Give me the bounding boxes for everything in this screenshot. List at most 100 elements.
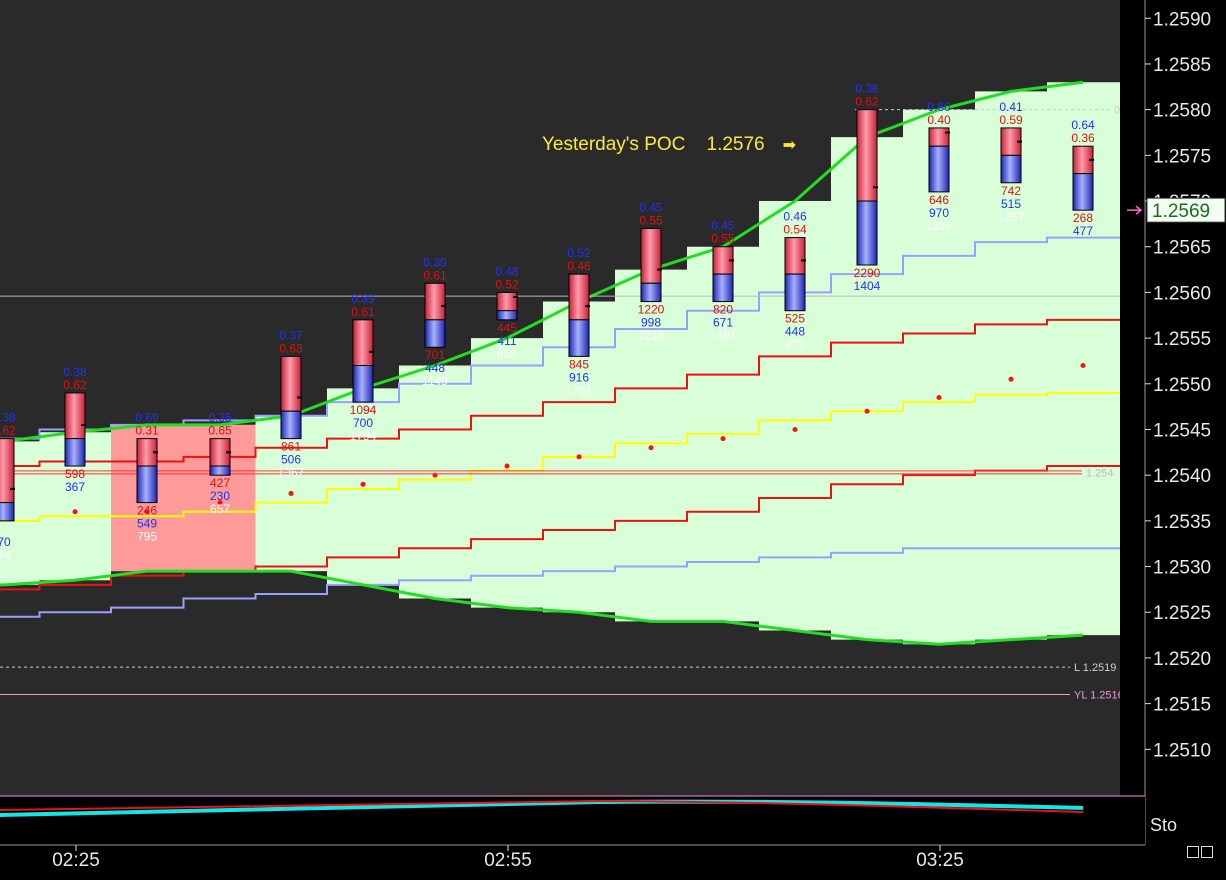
candle-buy-volume: 916 — [569, 370, 589, 384]
candle-sell-segment[interactable] — [352, 319, 374, 367]
candle-sell-segment[interactable] — [640, 227, 662, 284]
candle-sell-segment[interactable] — [424, 282, 446, 321]
candle-buy-segment[interactable] — [856, 200, 878, 266]
vwap-dot — [504, 463, 510, 469]
candle-buy-segment[interactable] — [784, 273, 806, 312]
yesterday-poc-annotation: Yesterday's POC 1.2576 ➡ — [542, 134, 796, 156]
candle-sell-volume: 861 — [281, 440, 301, 454]
candle-sell-segment[interactable] — [0, 438, 15, 504]
candle-buy-segment[interactable] — [280, 410, 302, 440]
candle[interactable] — [1000, 127, 1022, 184]
candle-buy-volume: 411 — [497, 334, 516, 348]
price-tick-label: 1.2560 — [1153, 283, 1211, 304]
ref-line-label: YL 1.2516 — [1074, 689, 1124, 701]
candle-sell-segment[interactable] — [280, 355, 302, 412]
candle-top-ratio: 0.46 — [783, 210, 807, 224]
candle-total-volume: 856 — [497, 347, 517, 361]
candle[interactable] — [209, 438, 231, 476]
candle-sell-volume: 1094 — [350, 403, 377, 417]
candle-buy-segment[interactable] — [352, 365, 374, 403]
candle-sell-segment[interactable] — [928, 127, 950, 147]
candle-sell-volume: 246 — [137, 504, 157, 518]
vwap-dot — [720, 436, 726, 442]
candle-total-volume: 1794 — [350, 429, 377, 443]
candle-buy-segment[interactable] — [496, 310, 518, 321]
candle[interactable] — [784, 237, 806, 312]
vwap-dot — [792, 426, 798, 432]
candle-top-ratio: 0.60 — [927, 100, 951, 114]
candle-buy-segment[interactable] — [424, 319, 446, 348]
candle-top-ratio: 0.37 — [279, 328, 303, 342]
candle-buy-segment[interactable] — [1072, 173, 1094, 211]
candle-buy-segment[interactable] — [209, 465, 231, 476]
candle-total-volume: 795 — [137, 530, 157, 544]
candle-buy-volume: 367 — [65, 480, 85, 494]
vwap-dot — [648, 445, 654, 451]
candle[interactable] — [568, 273, 590, 357]
price-tick-label: 1.2580 — [1153, 101, 1211, 122]
candle[interactable] — [856, 109, 878, 266]
candle-sell-segment[interactable] — [64, 392, 86, 440]
candle-bottom-ratio: 0.62 — [63, 378, 87, 392]
candle-top-ratio: 0.38 — [0, 411, 16, 425]
candle-top-ratio: 0.48 — [495, 264, 519, 278]
price-tick-label: 1.2555 — [1153, 329, 1211, 350]
vwap-dot — [576, 454, 582, 460]
candle-sell-volume: 742 — [1001, 184, 1021, 198]
candle-top-ratio: 0.39 — [423, 255, 447, 269]
candle-buy-volume: 515 — [1001, 197, 1021, 211]
candle-bottom-ratio: 0.59 — [999, 113, 1023, 127]
candle[interactable] — [64, 392, 86, 467]
ref-line-label: 0 — [1114, 105, 1120, 117]
current-price-label: 1.2569 — [1152, 201, 1210, 222]
candle-buy-segment[interactable] — [568, 319, 590, 357]
candle[interactable] — [352, 319, 374, 403]
vwap-dot — [1008, 376, 1014, 382]
candle-buy-segment[interactable] — [928, 145, 950, 193]
price-tick-label: 1.2510 — [1153, 740, 1211, 761]
candle-top-ratio: 0.64 — [1071, 118, 1095, 132]
candle-buy-segment[interactable] — [0, 502, 15, 522]
candle-sell-volume: 525 — [785, 312, 805, 326]
price-tick-label: 1.2565 — [1153, 238, 1211, 259]
candle-sell-volume: 598 — [65, 467, 85, 481]
candle-buy-segment[interactable] — [712, 273, 734, 303]
candle-top-ratio: 0.39 — [351, 292, 375, 306]
price-chart[interactable]: L 1.2519YL 1.25161.2540 0.380.6270740.38… — [0, 0, 1226, 880]
candle-sell-segment[interactable] — [784, 237, 806, 275]
candle-bottom-ratio: 0.52 — [495, 277, 519, 291]
candle-buy-volume: 230 — [210, 489, 230, 503]
candle-buy-segment[interactable] — [1000, 154, 1022, 184]
candle[interactable] — [928, 127, 950, 193]
vwap-dot — [1080, 363, 1086, 369]
candle-buy-segment[interactable] — [640, 282, 662, 303]
candle[interactable] — [1072, 145, 1094, 211]
candle-buy-volume: 1404 — [854, 279, 881, 293]
candle-bottom-ratio: 0.61 — [423, 268, 447, 282]
candle-sell-volume: 646 — [929, 193, 949, 207]
candle-top-ratio: 0.52 — [567, 246, 591, 260]
candle[interactable] — [280, 355, 302, 440]
candle-sell-volume: 1220 — [638, 303, 665, 317]
candle-bottom-ratio: 0.55 — [711, 232, 735, 246]
candle-buy-segment[interactable] — [64, 438, 86, 467]
candle-sell-volume: 445 — [497, 321, 517, 335]
candle-buy-segment[interactable] — [136, 465, 158, 504]
candle-sell-segment[interactable] — [568, 273, 590, 321]
candle-sell-segment[interactable] — [496, 291, 518, 312]
candle-bottom-ratio: 0.62 — [855, 95, 879, 109]
window-maximize-icon[interactable] — [1201, 846, 1213, 858]
candle[interactable] — [712, 246, 734, 303]
candle[interactable] — [136, 438, 158, 504]
candle[interactable] — [496, 291, 518, 321]
price-tick-label: 1.2525 — [1153, 603, 1211, 624]
price-tick-label: 1.2575 — [1153, 146, 1211, 167]
vwap-dot — [288, 490, 294, 496]
window-restore-icon[interactable] — [1187, 846, 1199, 858]
candle[interactable] — [640, 227, 662, 303]
candle-total-volume: 657 — [210, 502, 230, 516]
time-tick-label: 03:25 — [916, 850, 964, 871]
candle-buy-volume: 998 — [641, 316, 661, 330]
candle[interactable] — [424, 282, 446, 348]
candle[interactable] — [0, 438, 15, 522]
